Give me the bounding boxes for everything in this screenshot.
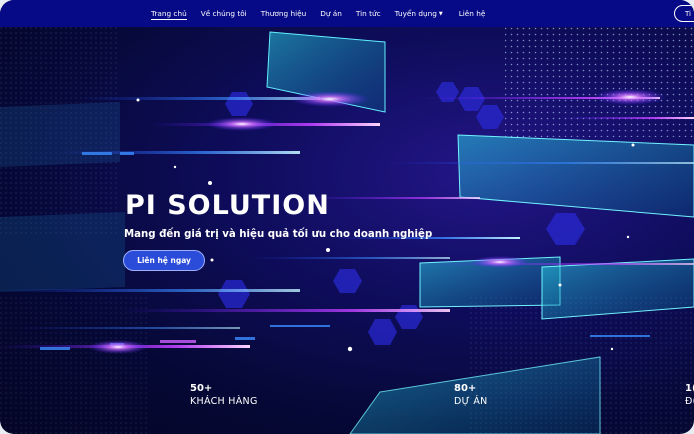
contact-now-button[interactable]: Liên hệ ngay [123, 250, 205, 271]
chevron-down-icon: ▼ [438, 10, 443, 17]
hero-subtitle: Mang đến giá trị và hiệu quả tối ưu cho … [124, 229, 433, 240]
nav-item-label: Liên hệ [458, 9, 486, 18]
nav-item-projects[interactable]: Dự án [320, 0, 342, 27]
nav-item-label: Trang chủ [151, 9, 187, 18]
nav-item-label: Tuyển dụng [394, 9, 437, 18]
top-nav: Trang chủ Về chúng tôi Thương hiệu Dự án… [0, 0, 694, 27]
nav-item-label: Thương hiệu [260, 9, 307, 18]
stat-third: 1( Đ( [685, 383, 694, 407]
stat-number: 1( [685, 383, 694, 394]
nav-item-label: Tin tức [355, 9, 381, 18]
nav-action-button[interactable]: Ti [674, 5, 694, 22]
nav-action-label: Ti [685, 9, 692, 18]
page-frame: Trang chủ Về chúng tôi Thương hiệu Dự án… [0, 0, 694, 434]
nav-item-news[interactable]: Tin tức [356, 0, 381, 27]
stat-label: Đ( [685, 396, 694, 407]
stat-label: DỰ ÁN [454, 396, 488, 407]
hero-title: PI SOLUTION [125, 190, 330, 221]
stat-number: 50+ [190, 383, 213, 394]
nav-links: Trang chủ Về chúng tôi Thương hiệu Dự án… [151, 0, 485, 27]
stat-label: KHÁCH HÀNG [190, 396, 258, 407]
stat-projects: 80+ DỰ ÁN [454, 383, 488, 407]
cta-label: Liên hệ ngay [137, 256, 191, 265]
stat-clients: 50+ KHÁCH HÀNG [190, 383, 258, 407]
nav-item-contact[interactable]: Liên hệ [459, 0, 486, 27]
stat-number: 80+ [454, 383, 477, 394]
nav-item-label: Dự án [320, 9, 342, 18]
nav-item-brands[interactable]: Thương hiệu [261, 0, 307, 27]
nav-item-home[interactable]: Trang chủ [151, 0, 187, 27]
nav-item-about[interactable]: Về chúng tôi [201, 0, 247, 27]
nav-item-careers[interactable]: Tuyển dụng ▼ [395, 0, 443, 27]
nav-item-label: Về chúng tôi [200, 9, 247, 18]
